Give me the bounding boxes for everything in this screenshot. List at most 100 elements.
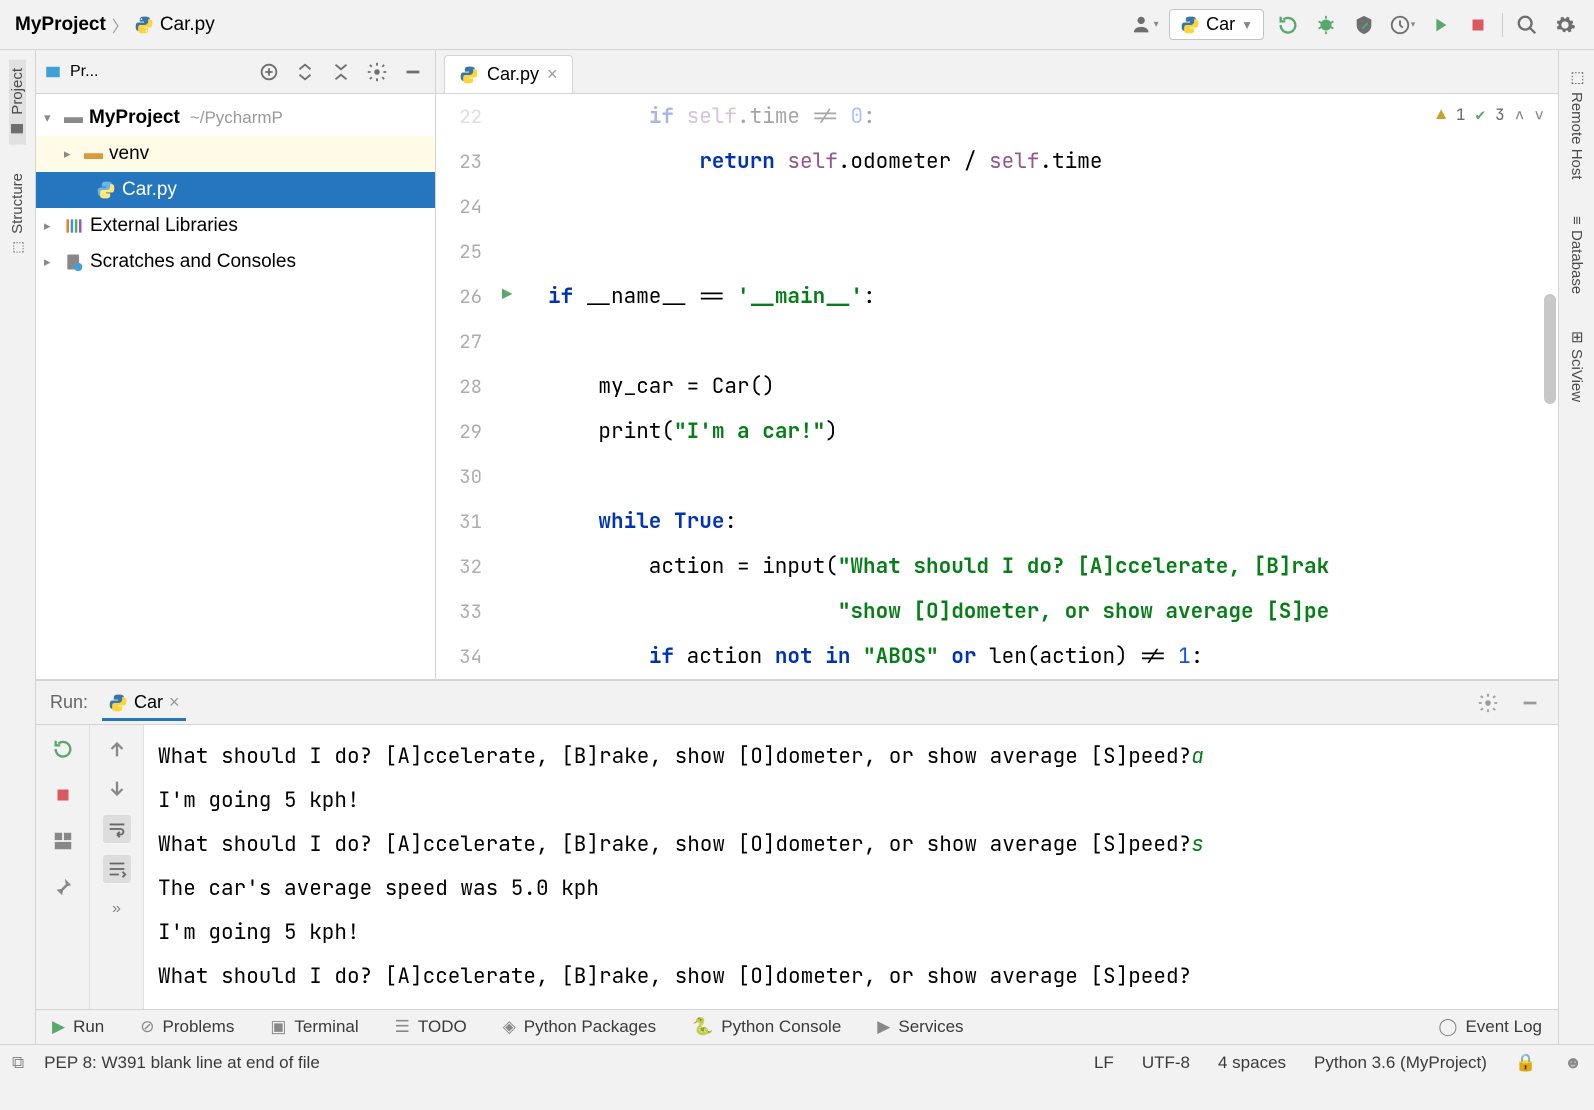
panel-settings-icon[interactable] bbox=[363, 58, 391, 86]
encoding[interactable]: UTF-8 bbox=[1142, 1053, 1190, 1073]
library-icon bbox=[64, 216, 84, 236]
chevron-down-icon: ▼ bbox=[1241, 18, 1253, 32]
bottom-tab-terminal[interactable]: ▣Terminal bbox=[270, 1017, 358, 1037]
editor-body[interactable]: 22232425262728293031323334 ▶ if self.tim… bbox=[436, 94, 1558, 679]
stop-icon[interactable] bbox=[49, 781, 77, 809]
python-console-icon: 🐍 bbox=[692, 1017, 713, 1037]
inspector-icon[interactable]: ☻ bbox=[1564, 1053, 1582, 1073]
tab-label: Car.py bbox=[487, 64, 539, 85]
remote-host-tool-button[interactable]: ⬚Remote Host bbox=[1568, 60, 1586, 188]
close-run-tab-icon[interactable]: × bbox=[169, 692, 180, 713]
vertical-scrollbar[interactable] bbox=[1544, 294, 1556, 404]
bottom-tab-run[interactable]: ▶Run bbox=[52, 1017, 104, 1037]
breadcrumb-project[interactable]: MyProject bbox=[15, 14, 106, 36]
topbar: MyProject 〉 Car.py ▾ Car ▼ ▾ bbox=[0, 0, 1594, 50]
settings-icon[interactable] bbox=[1551, 11, 1579, 39]
tree-external-libraries[interactable]: ▸ External Libraries bbox=[36, 208, 435, 244]
python-icon bbox=[1180, 15, 1200, 35]
bottom-tab-python-console[interactable]: 🐍Python Console bbox=[692, 1017, 841, 1037]
bottom-tool-tabs: ▶Run ⊘Problems ▣Terminal ☰TODO ◈Python P… bbox=[36, 1009, 1558, 1044]
right-tool-rail: ⬚Remote Host ≡Database ⊞SciView bbox=[1558, 50, 1594, 1044]
event-log-icon: ◯ bbox=[1438, 1017, 1457, 1037]
status-message: PEP 8: W391 blank line at end of file bbox=[44, 1053, 320, 1073]
editor-inspection-status[interactable]: ▲1 ✔3 ∧ ∨ bbox=[1436, 104, 1544, 125]
close-tab-icon[interactable]: × bbox=[547, 64, 558, 85]
down-icon[interactable] bbox=[103, 775, 131, 803]
scratches-icon bbox=[64, 252, 84, 272]
warning-icon: ▲ bbox=[1436, 104, 1446, 125]
code-area[interactable]: if self.time != 0: return self.odometer … bbox=[536, 94, 1558, 679]
tree-root[interactable]: ▾ ▬ MyProject ~/PycharmP bbox=[36, 100, 435, 136]
services-icon: ▶ bbox=[877, 1017, 890, 1037]
editor: Car.py × 22232425262728293031323334 ▶ if… bbox=[436, 50, 1558, 679]
tool-windows-icon[interactable]: ⧉ bbox=[12, 1053, 24, 1073]
indent[interactable]: 4 spaces bbox=[1218, 1053, 1286, 1073]
terminal-icon: ▣ bbox=[270, 1017, 286, 1037]
more-icon[interactable]: » bbox=[103, 895, 131, 923]
bottom-tab-problems[interactable]: ⊘Problems bbox=[140, 1017, 234, 1037]
line-ending[interactable]: LF bbox=[1094, 1053, 1114, 1073]
expand-all-icon[interactable] bbox=[291, 58, 319, 86]
hide-run-icon[interactable] bbox=[1516, 689, 1544, 717]
debug-button[interactable] bbox=[1312, 11, 1340, 39]
prev-highlight-icon[interactable]: ∧ bbox=[1515, 104, 1525, 125]
packages-icon: ◈ bbox=[503, 1017, 516, 1037]
play-icon: ▶ bbox=[52, 1017, 65, 1037]
status-bar: ⧉ PEP 8: W391 blank line at end of file … bbox=[0, 1044, 1594, 1080]
run-config-selector[interactable]: Car ▼ bbox=[1169, 9, 1264, 40]
scroll-to-end-icon[interactable] bbox=[103, 855, 131, 883]
folder-icon: ▬ bbox=[84, 143, 103, 165]
bottom-tab-services[interactable]: ▶Services bbox=[877, 1017, 963, 1037]
profile-button[interactable]: ▾ bbox=[1388, 11, 1416, 39]
chevron-right-icon: 〉 bbox=[112, 13, 128, 37]
user-dropdown-icon[interactable]: ▾ bbox=[1131, 11, 1159, 39]
tree-file-car[interactable]: Car.py bbox=[36, 172, 435, 208]
soft-wrap-icon[interactable] bbox=[103, 815, 131, 843]
check-icon: ✔ bbox=[1476, 104, 1486, 125]
project-view-icon bbox=[44, 63, 62, 81]
tree-venv[interactable]: ▸ ▬ venv bbox=[36, 136, 435, 172]
python-icon bbox=[108, 693, 128, 713]
project-tool-button[interactable]: Project bbox=[9, 60, 26, 145]
run-tab-car[interactable]: Car × bbox=[102, 684, 186, 721]
interpreter[interactable]: Python 3.6 (MyProject) bbox=[1314, 1053, 1487, 1073]
search-icon[interactable] bbox=[1513, 11, 1541, 39]
run-header: Run: Car × bbox=[36, 681, 1558, 725]
pin-icon[interactable] bbox=[49, 873, 77, 901]
project-panel-title[interactable]: Pr... bbox=[70, 63, 247, 81]
structure-tool-button[interactable]: ⬚ Structure bbox=[9, 165, 26, 263]
sciview-tool-button[interactable]: ⊞SciView bbox=[1568, 323, 1586, 411]
collapse-all-icon[interactable] bbox=[327, 58, 355, 86]
bottom-tab-todo[interactable]: ☰TODO bbox=[395, 1017, 467, 1037]
python-file-icon bbox=[134, 15, 154, 35]
breadcrumb-file[interactable]: Car.py bbox=[160, 14, 215, 36]
database-tool-button[interactable]: ≡Database bbox=[1568, 208, 1585, 303]
rerun-button[interactable] bbox=[1274, 11, 1302, 39]
console-output[interactable]: What should I do? [A]ccelerate, [B]rake,… bbox=[144, 725, 1558, 1009]
select-opened-file-icon[interactable] bbox=[255, 58, 283, 86]
attach-button[interactable] bbox=[1426, 11, 1454, 39]
editor-tab-car[interactable]: Car.py × bbox=[444, 55, 573, 93]
bottom-tab-python-packages[interactable]: ◈Python Packages bbox=[503, 1017, 656, 1037]
python-file-icon bbox=[459, 65, 479, 85]
next-highlight-icon[interactable]: ∨ bbox=[1534, 104, 1544, 125]
up-icon[interactable] bbox=[103, 735, 131, 763]
lock-icon[interactable]: 🔒 bbox=[1515, 1053, 1536, 1073]
folder-icon: ▬ bbox=[64, 107, 83, 129]
run-label: Run: bbox=[50, 692, 88, 713]
bottom-tab-event-log[interactable]: ◯Event Log bbox=[1438, 1017, 1542, 1037]
coverage-button[interactable] bbox=[1350, 11, 1378, 39]
problems-icon: ⊘ bbox=[140, 1017, 154, 1037]
stop-button[interactable] bbox=[1464, 11, 1492, 39]
project-tree[interactable]: ▾ ▬ MyProject ~/PycharmP ▸ ▬ venv Car.py bbox=[36, 94, 435, 679]
gutter-icons[interactable]: ▶ bbox=[492, 94, 536, 679]
chevron-right-icon: ▸ bbox=[44, 254, 58, 270]
run-settings-icon[interactable] bbox=[1474, 689, 1502, 717]
tree-scratches[interactable]: ▸ Scratches and Consoles bbox=[36, 244, 435, 280]
hide-panel-icon[interactable] bbox=[399, 58, 427, 86]
rerun-icon[interactable] bbox=[49, 735, 77, 763]
line-gutter[interactable]: 22232425262728293031323334 bbox=[436, 94, 492, 679]
breadcrumb[interactable]: MyProject 〉 Car.py bbox=[15, 13, 215, 37]
run-tool-window: Run: Car × bbox=[36, 680, 1558, 1009]
layout-icon[interactable] bbox=[49, 827, 77, 855]
